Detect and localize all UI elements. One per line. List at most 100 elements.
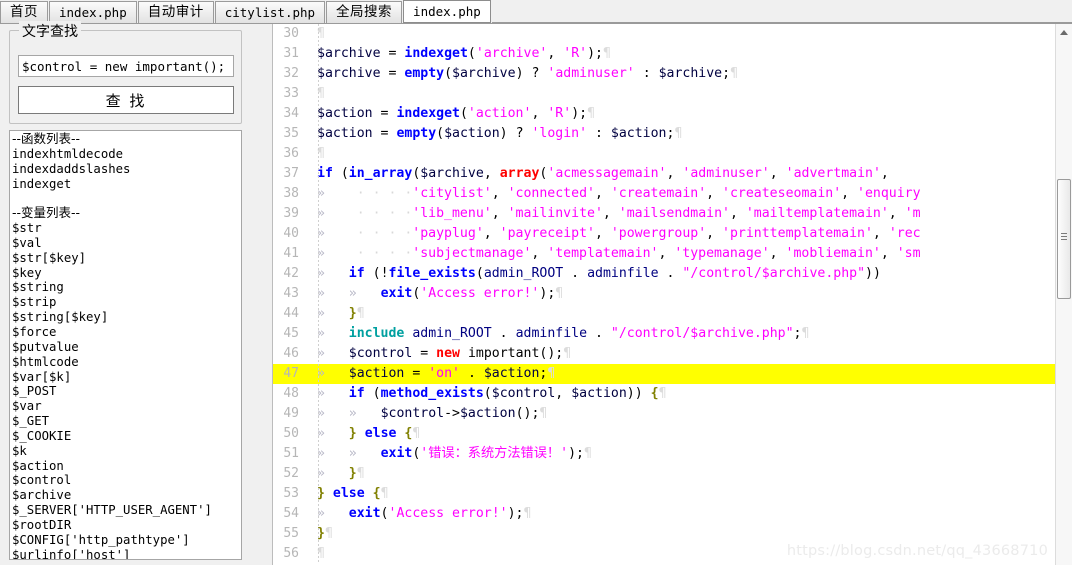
symbol-list[interactable]: --函数列表-- indexhtmldecode indexdaddslashes i… <box>9 130 242 560</box>
code-line[interactable]: 54 » exit('Access error!');¶ <box>273 504 1055 524</box>
symbol-list-item[interactable]: --函数列表-- <box>12 131 241 147</box>
symbol-list-item[interactable]: indexdaddslashes <box>12 162 241 177</box>
gutter-separator <box>318 464 319 484</box>
gutter-separator <box>318 84 319 104</box>
code-line[interactable]: 42 » if (!file_exists(admin_ROOT . adminf… <box>273 264 1055 284</box>
tab-2[interactable]: 自动审计 <box>137 1 214 23</box>
tab-0[interactable]: 首页 <box>0 1 48 23</box>
symbol-list-item[interactable]: --变量列表-- <box>12 205 241 221</box>
code-line-text: » }¶ <box>317 466 365 481</box>
code-line[interactable]: 35 $action = empty($action) ? 'login' : $… <box>273 124 1055 144</box>
code-line[interactable]: 45 » include admin_ROOT . adminfile . "/c… <box>273 324 1055 344</box>
gutter-separator <box>318 124 319 144</box>
code-line[interactable]: 40 » · · · ·'payplug', 'payreceipt', 'pow… <box>273 224 1055 244</box>
symbol-list-item[interactable] <box>12 191 241 206</box>
gutter-separator <box>318 424 319 444</box>
code-line-text: ¶ <box>317 26 325 41</box>
tab-5[interactable]: index.php <box>403 0 491 23</box>
line-number: 51 <box>283 446 299 461</box>
gutter-separator <box>318 504 319 524</box>
code-line[interactable]: 49 » » $control->$action();¶ <box>273 404 1055 424</box>
symbol-list-item[interactable]: $_COOKIE <box>12 429 241 444</box>
gutter-separator <box>318 24 319 44</box>
code-line[interactable]: 52 » }¶ <box>273 464 1055 484</box>
tab-1[interactable]: index.php <box>49 1 137 23</box>
symbol-list-item[interactable]: indexhtmldecode <box>12 147 241 162</box>
gutter-separator <box>318 224 319 244</box>
code-line-text: » exit('Access error!');¶ <box>317 506 532 521</box>
symbol-list-item[interactable]: $control <box>12 473 241 488</box>
code-line[interactable]: 30 ¶ <box>273 24 1055 44</box>
tab-4[interactable]: 全局搜索 <box>326 1 403 23</box>
code-line[interactable]: 55}¶ <box>273 524 1055 544</box>
code-line-text: » } else {¶ <box>317 426 421 441</box>
code-line[interactable]: 34 $action = indexget('action', 'R');¶ <box>273 104 1055 124</box>
symbol-list-item[interactable]: $str[$key] <box>12 251 241 266</box>
symbol-list-item[interactable]: $_GET <box>12 414 241 429</box>
symbol-list-item[interactable]: $_SERVER['HTTP_USER_AGENT'] <box>12 503 241 518</box>
editor-vertical-scrollbar[interactable] <box>1055 24 1072 565</box>
code-line[interactable]: 32 $archive = empty($archive) ? 'adminuse… <box>273 64 1055 84</box>
symbol-list-item[interactable]: $action <box>12 459 241 474</box>
symbol-list-item[interactable]: $var <box>12 399 241 414</box>
line-number: 45 <box>283 326 299 341</box>
scroll-up-arrow-icon[interactable] <box>1056 24 1072 41</box>
code-line[interactable]: 51 » » exit('错误：系统方法错误！');¶ <box>273 444 1055 464</box>
gutter-separator <box>318 144 319 164</box>
line-number: 55 <box>283 526 299 541</box>
scrollbar-thumb[interactable] <box>1057 179 1071 299</box>
line-number: 50 <box>283 426 299 441</box>
code-line[interactable]: 56 ¶ <box>273 544 1055 564</box>
tab-bar: 首页 index.php 自动审计 citylist.php 全局搜索 index.php <box>0 0 1072 24</box>
symbol-list-item[interactable]: $force <box>12 325 241 340</box>
find-button[interactable]: 查 找 <box>18 86 234 114</box>
symbol-list-item[interactable]: $CONFIG['http_pathtype'] <box>12 533 241 548</box>
code-line[interactable]: 31 $archive = indexget('archive', 'R');¶ <box>273 44 1055 64</box>
symbol-list-item[interactable]: indexget <box>12 177 241 192</box>
code-line-text: » · · · ·'subjectmanage', 'templatemain'… <box>317 246 921 261</box>
line-number: 37 <box>283 166 299 181</box>
find-input[interactable] <box>18 55 234 77</box>
line-number: 52 <box>283 466 299 481</box>
symbol-list-item[interactable]: $string <box>12 280 241 295</box>
tab-3[interactable]: citylist.php <box>214 1 326 23</box>
symbol-list-item[interactable]: $var[$k] <box>12 370 241 385</box>
code-line-highlighted[interactable]: 47 » $action = 'on' . $action;¶ <box>273 364 1055 384</box>
gutter-separator <box>318 364 319 384</box>
symbol-list-item[interactable]: $val <box>12 236 241 251</box>
symbol-list-item[interactable]: $str <box>12 221 241 236</box>
code-line[interactable]: 44 » }¶ <box>273 304 1055 324</box>
symbol-list-item[interactable]: $urlinfo['host'] <box>12 548 241 559</box>
code-line[interactable]: 38 » · · · ·'citylist', 'connected', 'cre… <box>273 184 1055 204</box>
code-line[interactable]: 33 ¶ <box>273 84 1055 104</box>
symbol-list-item[interactable]: $putvalue <box>12 340 241 355</box>
code-line-text: $action = indexget('action', 'R');¶ <box>317 106 596 121</box>
code-line-text: » · · · ·'citylist', 'connected', 'creat… <box>317 186 921 201</box>
code-line[interactable]: 41 » · · · ·'subjectmanage', 'templatemai… <box>273 244 1055 264</box>
symbol-list-item[interactable]: $_POST <box>12 384 241 399</box>
code-view[interactable]: 30 ¶ 31 $archive = indexget('archive', 'R')… <box>273 24 1055 565</box>
code-line[interactable]: 53} else {¶ <box>273 484 1055 504</box>
gutter-separator <box>318 164 319 184</box>
symbol-list-item[interactable]: $key <box>12 266 241 281</box>
symbol-list-item[interactable]: $archive <box>12 488 241 503</box>
code-line[interactable]: 39 » · · · ·'lib_menu', 'mailinvite', 'ma… <box>273 204 1055 224</box>
line-number: 53 <box>283 486 299 501</box>
symbol-list-item[interactable]: $string[$key] <box>12 310 241 325</box>
symbol-list-item[interactable]: $k <box>12 444 241 459</box>
code-line-text: » » exit('Access error!');¶ <box>317 286 564 301</box>
code-line-text: » » $control->$action();¶ <box>317 406 548 421</box>
code-line[interactable]: 48 » if (method_exists($control, $action)… <box>273 384 1055 404</box>
symbol-list-item[interactable]: $htmlcode <box>12 355 241 370</box>
code-line[interactable]: 36 ¶ <box>273 144 1055 164</box>
code-line[interactable]: 50 » } else {¶ <box>273 424 1055 444</box>
code-line[interactable]: 46 » $control = new important();¶ <box>273 344 1055 364</box>
line-number: 31 <box>283 46 299 61</box>
text-find-group: 文字查找 查 找 <box>9 21 242 124</box>
code-line[interactable]: 37 if (in_array($archive, array('acmessag… <box>273 164 1055 184</box>
symbol-list-item[interactable]: $strip <box>12 295 241 310</box>
code-line[interactable]: 43 » » exit('Access error!');¶ <box>273 284 1055 304</box>
symbol-list-item[interactable]: $rootDIR <box>12 518 241 533</box>
gutter-separator <box>318 244 319 264</box>
line-number: 32 <box>283 66 299 81</box>
